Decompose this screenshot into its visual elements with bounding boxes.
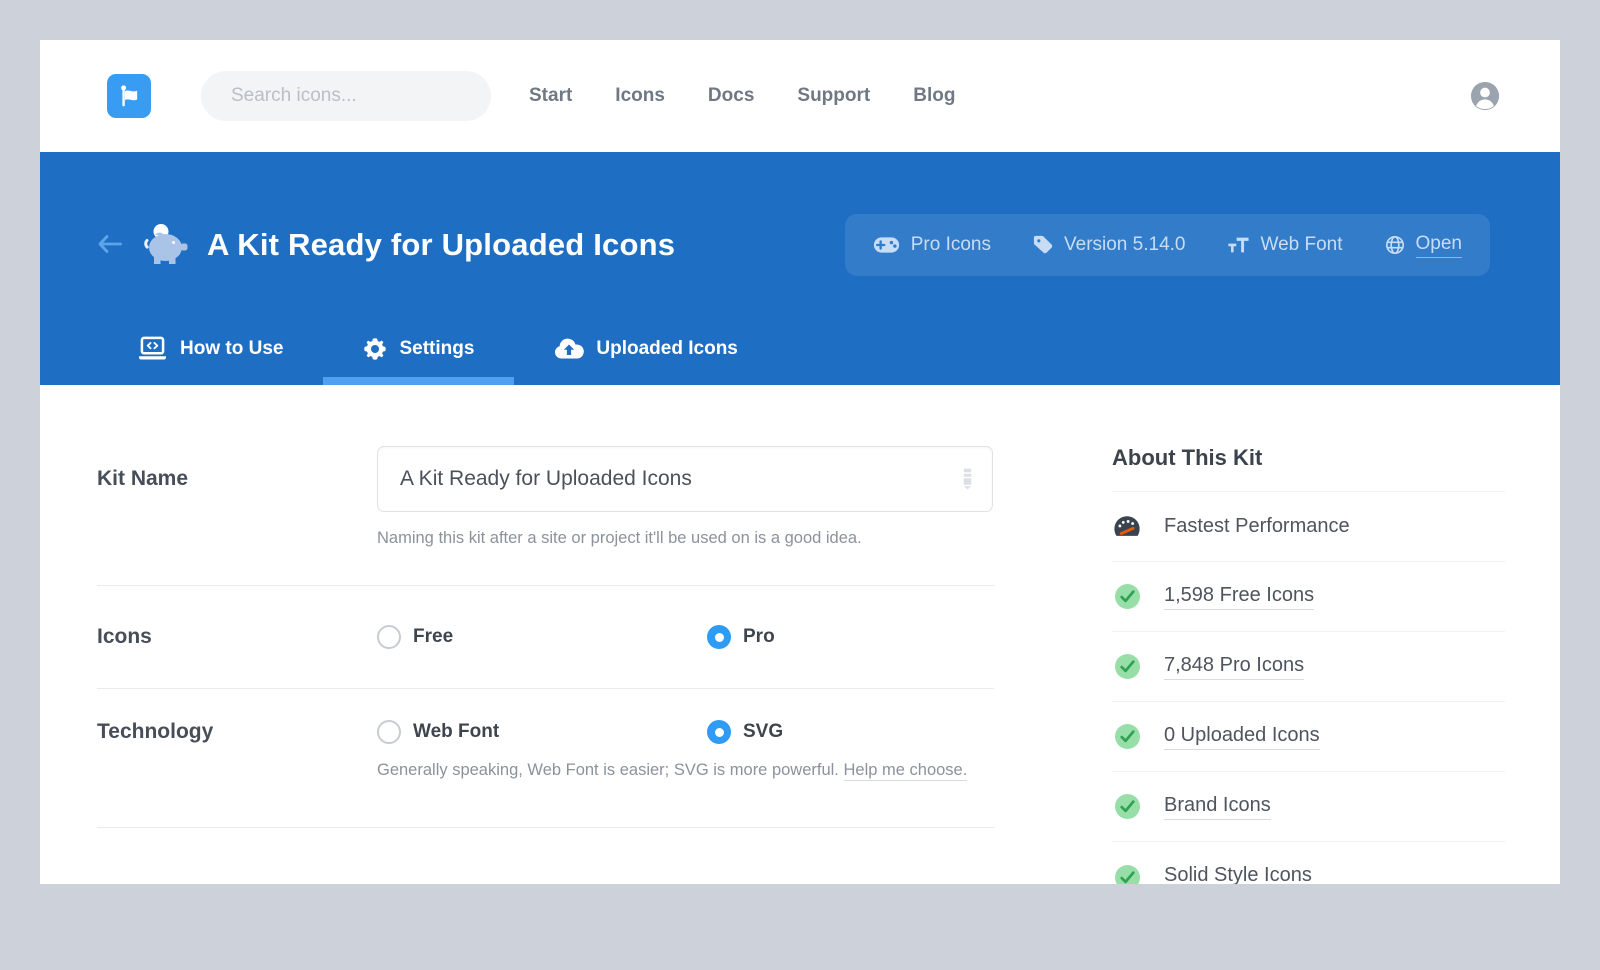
flag-icon <box>116 83 142 109</box>
sidebar-item-performance: Fastest Performance <box>1112 492 1505 562</box>
search-input[interactable] <box>231 85 476 107</box>
badge-label: Version 5.14.0 <box>1064 234 1185 256</box>
technology-help: Generally speaking, Web Font is easier; … <box>377 761 1037 780</box>
sidebar-item-label: Fastest Performance <box>1164 515 1350 538</box>
sidebar-item-uploaded-icons: 0 Uploaded Icons <box>1112 702 1505 772</box>
sidebar-title: About This Kit <box>1112 445 1505 471</box>
radio-icon-unchecked[interactable] <box>377 625 401 649</box>
nav-link-start[interactable]: Start <box>529 85 572 107</box>
check-circle-icon <box>1112 865 1142 885</box>
tab-label: Uploaded Icons <box>596 338 737 360</box>
tag-icon <box>1033 235 1053 255</box>
top-navigation: Start Icons Docs Support Blog <box>40 40 1560 152</box>
radio-option-pro[interactable]: Pro <box>707 625 1037 649</box>
font-awesome-flag-logo[interactable] <box>107 74 151 118</box>
radio-option-svg[interactable]: SVG <box>707 720 1037 744</box>
gear-icon <box>363 337 387 361</box>
settings-form: Kit Name <box>97 385 994 884</box>
cloud-upload-icon <box>554 338 584 360</box>
help-me-choose-link[interactable]: Help me choose. <box>844 761 968 781</box>
pro-icons-link[interactable]: 7,848 Pro Icons <box>1164 654 1304 680</box>
back-button[interactable] <box>97 233 123 257</box>
globe-icon <box>1385 235 1405 255</box>
nav-link-blog[interactable]: Blog <box>913 85 955 107</box>
radio-icon-checked[interactable] <box>707 720 731 744</box>
pencil-icon <box>960 467 975 495</box>
radio-option-web-font[interactable]: Web Font <box>377 720 707 744</box>
radio-icon-checked[interactable] <box>707 625 731 649</box>
badge-web-font: Web Font <box>1227 234 1342 256</box>
sidebar-item-solid-style: Solid Style Icons <box>1112 842 1505 884</box>
radio-option-free[interactable]: Free <box>377 625 707 649</box>
piggy-bank-icon <box>141 222 189 268</box>
user-avatar-button[interactable] <box>1470 81 1500 111</box>
sidebar-item-pro-icons: 7,848 Pro Icons <box>1112 632 1505 702</box>
badge-pro-icons: Pro Icons <box>873 234 991 256</box>
radio-label: SVG <box>743 721 783 743</box>
check-circle-icon <box>1112 654 1142 679</box>
kit-header: A Kit Ready for Uploaded Icons Pro Icons <box>40 152 1560 385</box>
open-kit-link[interactable]: Open <box>1416 233 1462 258</box>
nav-link-docs[interactable]: Docs <box>708 85 754 107</box>
nav-link-support[interactable]: Support <box>797 85 870 107</box>
kit-title: A Kit Ready for Uploaded Icons <box>207 227 675 263</box>
check-circle-icon <box>1112 584 1142 609</box>
uploaded-icons-link[interactable]: 0 Uploaded Icons <box>1164 724 1320 750</box>
radio-label: Web Font <box>413 721 499 743</box>
sidebar-item-free-icons: 1,598 Free Icons <box>1112 562 1505 632</box>
kit-tabs: How to Use Settings Uplo <box>97 320 778 385</box>
tab-uploaded-icons[interactable]: Uploaded Icons <box>514 320 777 385</box>
laptop-code-icon <box>137 336 168 361</box>
kit-name-help: Naming this kit after a site or project … <box>377 529 994 548</box>
icons-label: Icons <box>97 625 377 649</box>
text-height-icon <box>1227 235 1249 255</box>
check-circle-icon <box>1112 794 1142 819</box>
tab-settings[interactable]: Settings <box>323 320 514 385</box>
gamepad-icon <box>873 236 900 254</box>
icons-row: Icons Free Pro <box>97 586 994 689</box>
user-circle-icon <box>1470 81 1500 111</box>
radio-icon-unchecked[interactable] <box>377 720 401 744</box>
tachometer-icon <box>1112 513 1142 540</box>
technology-label: Technology <box>97 720 377 780</box>
badge-version: Version 5.14.0 <box>1033 234 1185 256</box>
nav-link-icons[interactable]: Icons <box>615 85 665 107</box>
tab-label: How to Use <box>180 338 283 360</box>
nav-links: Start Icons Docs Support Blog <box>529 85 998 107</box>
kit-badge-bar: Pro Icons Version 5.14.0 <box>845 214 1490 276</box>
brand-icons-link[interactable]: Brand Icons <box>1164 794 1271 820</box>
badge-open: Open <box>1385 233 1462 258</box>
check-circle-icon <box>1112 724 1142 749</box>
kit-name-label: Kit Name <box>97 446 377 548</box>
radio-label: Free <box>413 626 453 648</box>
search-bar <box>201 71 491 121</box>
badge-label: Web Font <box>1260 234 1342 256</box>
settings-content: Kit Name <box>40 385 1560 884</box>
kit-name-input[interactable] <box>377 446 993 512</box>
about-this-kit-panel: About This Kit Fastest Performance <box>1112 385 1505 884</box>
free-icons-link[interactable]: 1,598 Free Icons <box>1164 584 1314 610</box>
badge-label: Pro Icons <box>911 234 991 256</box>
tab-label: Settings <box>399 338 474 360</box>
sidebar-item-brand-icons: Brand Icons <box>1112 772 1505 842</box>
page-card: Start Icons Docs Support Blog <box>40 40 1560 884</box>
tab-how-to-use[interactable]: How to Use <box>97 320 323 385</box>
arrow-left-icon <box>97 233 123 255</box>
radio-label: Pro <box>743 626 775 648</box>
kit-name-row: Kit Name <box>97 385 994 586</box>
solid-style-icons-link[interactable]: Solid Style Icons <box>1164 864 1312 884</box>
technology-row: Technology Web Font SVG Generally sp <box>97 689 994 828</box>
